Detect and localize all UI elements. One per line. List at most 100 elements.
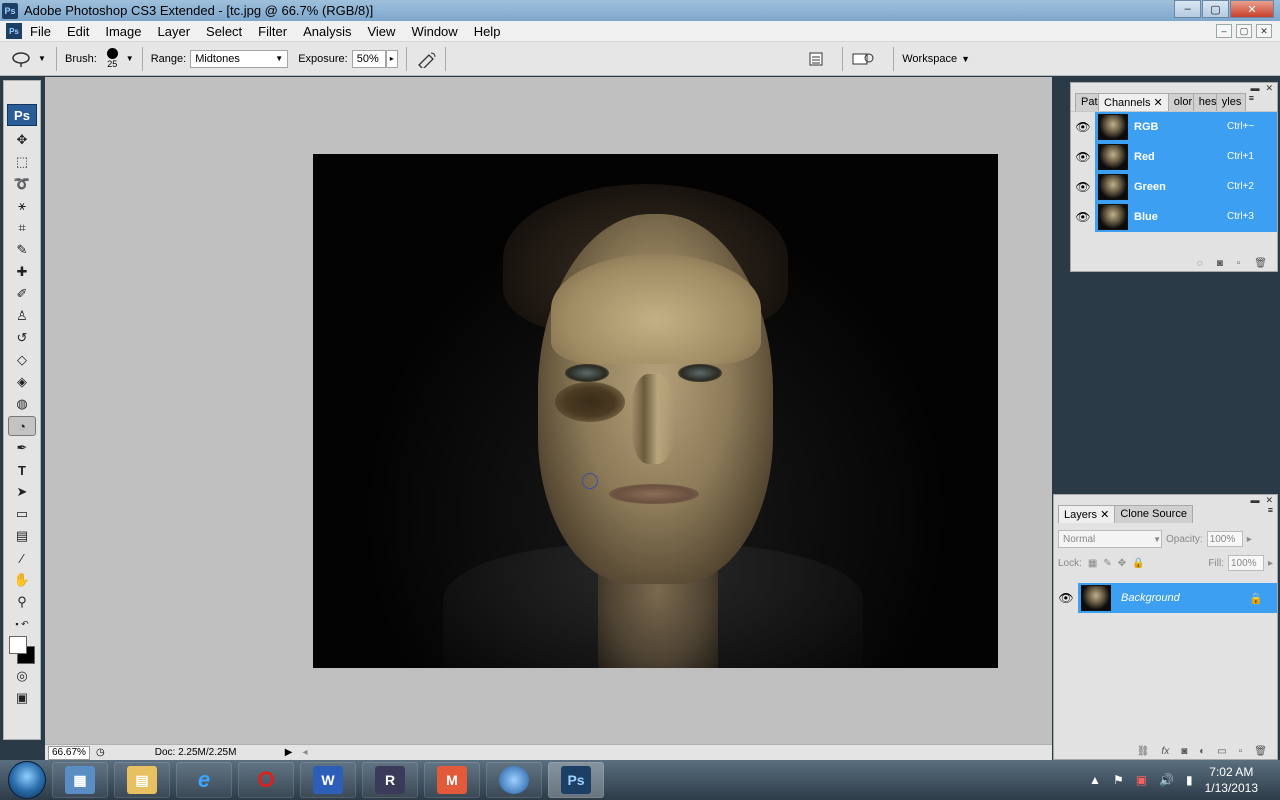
lasso-tool-icon[interactable]: ➰ (8, 174, 36, 194)
lock-pixels-icon[interactable]: ✎ (1103, 558, 1111, 569)
taskbar-word[interactable]: W (300, 762, 356, 798)
zoom-level[interactable]: 66.67% (48, 745, 90, 760)
taskbar-winrar[interactable]: R (362, 762, 418, 798)
exposure-slider-button[interactable]: ▸ (385, 49, 398, 68)
screen-mode-icon[interactable]: ▣ (8, 688, 36, 708)
panel-menu-icon[interactable]: ≡ (1249, 93, 1254, 111)
lock-transparency-icon[interactable]: ▦ (1088, 558, 1097, 569)
bridge-icon[interactable] (851, 50, 875, 68)
action-center-flag-icon[interactable]: ⚑ (1113, 773, 1124, 787)
layer-row[interactable]: 👁 Background 🔒 (1054, 583, 1277, 613)
menu-analysis[interactable]: Analysis (295, 24, 359, 39)
color-swatches[interactable] (7, 636, 37, 664)
brush-dropdown-icon[interactable]: ▼ (126, 54, 134, 63)
channel-row[interactable]: 👁 Blue Ctrl+3 (1071, 201, 1277, 232)
load-selection-icon[interactable]: ◌ (1197, 258, 1203, 269)
fill-slider-icon[interactable]: ▸ (1268, 558, 1273, 569)
opacity-input[interactable]: 100% (1206, 531, 1243, 547)
close-icon[interactable]: ✕ (1154, 97, 1163, 109)
foreground-color-swatch[interactable] (9, 636, 27, 654)
exposure-input[interactable]: 50% (351, 49, 386, 68)
trash-icon[interactable]: 🗑 (1254, 258, 1267, 269)
document-icon[interactable]: Ps (6, 23, 22, 39)
photoshop-logo[interactable]: Ps (7, 104, 37, 126)
clone-stamp-tool-icon[interactable]: ♙ (8, 306, 36, 326)
doc-close-button[interactable]: ✕ (1256, 24, 1272, 38)
blur-tool-icon[interactable]: ◍ (8, 394, 36, 414)
healing-brush-tool-icon[interactable]: ✚ (8, 262, 36, 282)
pen-tool-icon[interactable]: ✒ (8, 438, 36, 458)
tab-paths[interactable]: Pat (1075, 93, 1099, 111)
swap-colors-icon[interactable]: ▪ ↶ (8, 614, 36, 634)
scroll-left-icon[interactable]: ◂ (302, 747, 307, 758)
taskbar-google-earth[interactable] (486, 762, 542, 798)
taskbar-explorer[interactable]: ▦ (52, 762, 108, 798)
path-selection-tool-icon[interactable]: ➤ (8, 482, 36, 502)
adjustment-layer-icon[interactable]: ◐ (1199, 746, 1205, 757)
taskbar-ie[interactable]: e (176, 762, 232, 798)
new-channel-icon[interactable]: ▫ (1237, 258, 1241, 269)
network-warning-icon[interactable]: ▣ (1136, 773, 1147, 787)
menu-file[interactable]: File (22, 24, 59, 39)
panel-close-icon[interactable]: ✕ (1265, 83, 1273, 93)
eyedropper-tool-icon[interactable]: ⁄ (8, 548, 36, 568)
tab-clone-source[interactable]: Clone Source (1114, 505, 1193, 523)
eye-icon[interactable]: 👁 (1071, 201, 1095, 232)
channel-row[interactable]: 👁 Green Ctrl+2 (1071, 171, 1277, 202)
marquee-tool-icon[interactable]: ⬚ (8, 152, 36, 172)
minimize-button[interactable]: – (1174, 0, 1201, 18)
history-brush-tool-icon[interactable]: ↺ (8, 328, 36, 348)
start-button[interactable] (8, 761, 46, 799)
lock-position-icon[interactable]: ✥ (1118, 558, 1126, 569)
new-group-icon[interactable]: ▭ (1217, 746, 1226, 757)
panel-minimize-icon[interactable]: ▬ (1250, 495, 1259, 505)
eye-icon[interactable]: 👁 (1071, 111, 1095, 142)
link-layers-icon[interactable]: ⛓ (1137, 746, 1150, 757)
brush-tool-icon[interactable]: ✐ (8, 284, 36, 304)
eye-icon[interactable]: 👁 (1071, 171, 1095, 202)
workspace-menu[interactable]: Workspace ▼ (902, 53, 970, 65)
notes-tool-icon[interactable]: ▤ (8, 526, 36, 546)
fill-input[interactable]: 100% (1227, 555, 1264, 571)
doc-restore-button[interactable]: ▢ (1236, 24, 1252, 38)
tab-layers[interactable]: Layers ✕ (1058, 505, 1116, 523)
shape-tool-icon[interactable]: ▭ (8, 504, 36, 524)
taskbar-mail[interactable]: M (424, 762, 480, 798)
channel-row[interactable]: 👁 RGB Ctrl+~ (1071, 111, 1277, 142)
new-layer-icon[interactable]: ▫ (1239, 746, 1243, 757)
eye-icon[interactable]: 👁 (1071, 141, 1095, 172)
palette-well-icon[interactable] (808, 51, 824, 67)
layer-mask-icon[interactable]: ◙ (1181, 746, 1187, 757)
signal-icon[interactable]: ▮ (1186, 773, 1193, 787)
tab-styles[interactable]: yles (1215, 93, 1246, 111)
status-menu-arrow-icon[interactable]: ▶ (285, 747, 293, 758)
crop-tool-icon[interactable]: ⌗ (8, 218, 36, 238)
close-icon[interactable]: ✕ (1100, 509, 1109, 521)
menu-view[interactable]: View (359, 24, 403, 39)
volume-icon[interactable]: 🔊 (1159, 773, 1174, 787)
tab-color[interactable]: olor (1167, 93, 1194, 111)
blend-mode-select[interactable]: Normal ▼ (1058, 530, 1162, 548)
menu-filter[interactable]: Filter (250, 24, 295, 39)
show-hidden-icons-icon[interactable]: ▲ (1089, 773, 1101, 787)
menu-select[interactable]: Select (198, 24, 250, 39)
document-image[interactable] (313, 154, 998, 668)
brush-picker[interactable]: 25 (106, 48, 118, 69)
taskbar-photoshop[interactable]: Ps (548, 762, 604, 798)
save-selection-icon[interactable]: ◙ (1217, 258, 1223, 269)
panel-close-icon[interactable]: ✕ (1265, 495, 1273, 505)
airbrush-icon[interactable] (415, 50, 437, 68)
range-select[interactable]: Midtones ▼ (190, 49, 289, 68)
quick-mask-icon[interactable]: ◎ (8, 666, 36, 686)
tab-channels[interactable]: Channels ✕ (1098, 93, 1169, 111)
doc-minimize-button[interactable]: – (1216, 24, 1232, 38)
move-tool-icon[interactable]: ✥ (8, 130, 36, 150)
taskbar-opera[interactable]: O (238, 762, 294, 798)
menu-edit[interactable]: Edit (59, 24, 97, 39)
menu-window[interactable]: Window (403, 24, 465, 39)
panel-minimize-icon[interactable]: ▬ (1250, 83, 1259, 93)
type-tool-icon[interactable]: T (8, 460, 36, 480)
menu-help[interactable]: Help (466, 24, 509, 39)
magic-wand-tool-icon[interactable]: ⚹ (8, 196, 36, 216)
maximize-button[interactable]: ▢ (1202, 0, 1229, 18)
